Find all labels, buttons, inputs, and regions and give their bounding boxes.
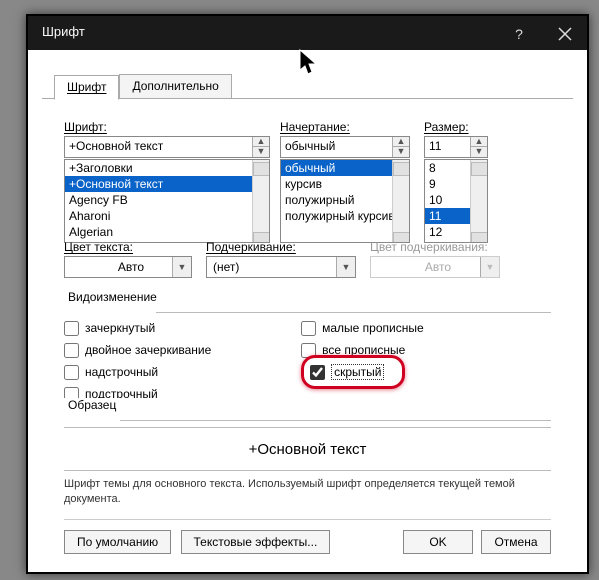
checkbox[interactable] [64, 321, 79, 336]
chevron-down-icon: ▼ [172, 257, 191, 277]
checkbox-label: малые прописные [322, 321, 424, 335]
sample-legend: Образец [64, 398, 120, 412]
effect-скрытый[interactable]: скрытый [301, 355, 405, 389]
close-icon [553, 22, 577, 46]
cancel-button[interactable]: Отмена [481, 530, 551, 554]
title-bar: Шрифт ? [28, 16, 587, 50]
label-underline: Подчеркивание: [206, 240, 356, 254]
underline-color-dropdown: Авто▼ [370, 256, 500, 278]
hint-text: Шрифт темы для основного текста. Использ… [64, 477, 551, 507]
style-input[interactable] [281, 137, 399, 155]
checkbox-label: двойное зачеркивание [85, 343, 211, 357]
label-underline-color: Цвет подчеркивания: [370, 240, 500, 254]
checkbox-label: зачеркнутый [85, 321, 155, 335]
effect-надстрочный[interactable]: надстрочный [64, 361, 298, 383]
label-style: Начертание: [280, 120, 410, 134]
list-item[interactable]: полужирный курсив [281, 208, 409, 224]
size-spin[interactable]: ▲▼ [470, 137, 487, 157]
chevron-down-icon: ▼ [480, 257, 499, 277]
button-bar: По умолчанию Текстовые эффекты... Отмена… [64, 519, 551, 558]
effects-group: Видоизменение зачеркнутый двойное зачерки… [64, 290, 551, 405]
tab-advanced[interactable]: Дополнительно [119, 74, 231, 99]
checkbox[interactable] [64, 343, 79, 358]
font-color-dropdown[interactable]: Авто▼ [64, 256, 192, 278]
checkbox[interactable] [301, 321, 316, 336]
tab-font[interactable]: Шрифт [54, 75, 119, 100]
label-color: Цвет текста: [64, 240, 192, 254]
font-combo[interactable]: ▲▼ [64, 136, 270, 158]
list-item[interactable]: полужирный [281, 192, 409, 208]
close-button[interactable] [553, 22, 577, 46]
underline-style-dropdown[interactable]: (нет)▼ [206, 256, 356, 278]
font-dialog: Шрифт ? ШрифтДополнительно Шрифт: ▲▼ +За… [26, 14, 589, 574]
effect-малые-прописные[interactable]: малые прописные [301, 317, 545, 339]
checkbox[interactable] [64, 365, 79, 380]
style-combo[interactable]: ▲▼ [280, 136, 410, 158]
help-button[interactable]: ? [507, 22, 531, 46]
font-input[interactable] [65, 137, 259, 155]
size-listbox[interactable]: 89101112 ▲▼ [424, 159, 488, 243]
scrollbar[interactable]: ▲▼ [470, 160, 487, 242]
list-item[interactable]: +Основной текст [65, 176, 269, 192]
list-item[interactable]: курсив [281, 176, 409, 192]
tab-strip: ШрифтДополнительно [54, 74, 232, 98]
list-item[interactable]: Algerian [65, 224, 269, 240]
size-combo[interactable]: ▲▼ [424, 136, 488, 158]
sample-group: Образец +Основной текст Шрифт темы для о… [64, 398, 551, 507]
style-spin[interactable]: ▲▼ [392, 137, 409, 157]
window-title: Шрифт [42, 24, 85, 39]
ok-button[interactable]: OK [403, 530, 473, 554]
label-font: Шрифт: [64, 120, 270, 134]
checkbox[interactable] [310, 365, 325, 380]
chevron-down-icon: ▼ [336, 257, 355, 277]
scrollbar[interactable]: ▲▼ [392, 160, 409, 242]
checkbox-label: скрытый [331, 364, 384, 380]
label-size: Размер: [424, 120, 488, 134]
effect-двойное-зачеркивание[interactable]: двойное зачеркивание [64, 339, 298, 361]
style-listbox[interactable]: обычныйкурсивполужирныйполужирный курсив… [280, 159, 410, 243]
list-item[interactable]: Aharoni [65, 208, 269, 224]
text-effects-button[interactable]: Текстовые эффекты... [181, 530, 331, 554]
list-item[interactable]: обычный [281, 160, 409, 176]
sample-box: +Основной текст [64, 427, 551, 471]
effects-legend: Видоизменение [64, 290, 161, 304]
checkbox-label: надстрочный [85, 365, 158, 379]
set-default-button[interactable]: По умолчанию [64, 530, 171, 554]
font-spin[interactable]: ▲▼ [252, 137, 269, 157]
font-listbox[interactable]: +Заголовки+Основной текстAgency FBAharon… [64, 159, 270, 243]
list-item[interactable]: Agency FB [65, 192, 269, 208]
scrollbar[interactable]: ▲▼ [252, 160, 269, 242]
effect-зачеркнутый[interactable]: зачеркнутый [64, 317, 298, 339]
list-item[interactable]: +Заголовки [65, 160, 269, 176]
